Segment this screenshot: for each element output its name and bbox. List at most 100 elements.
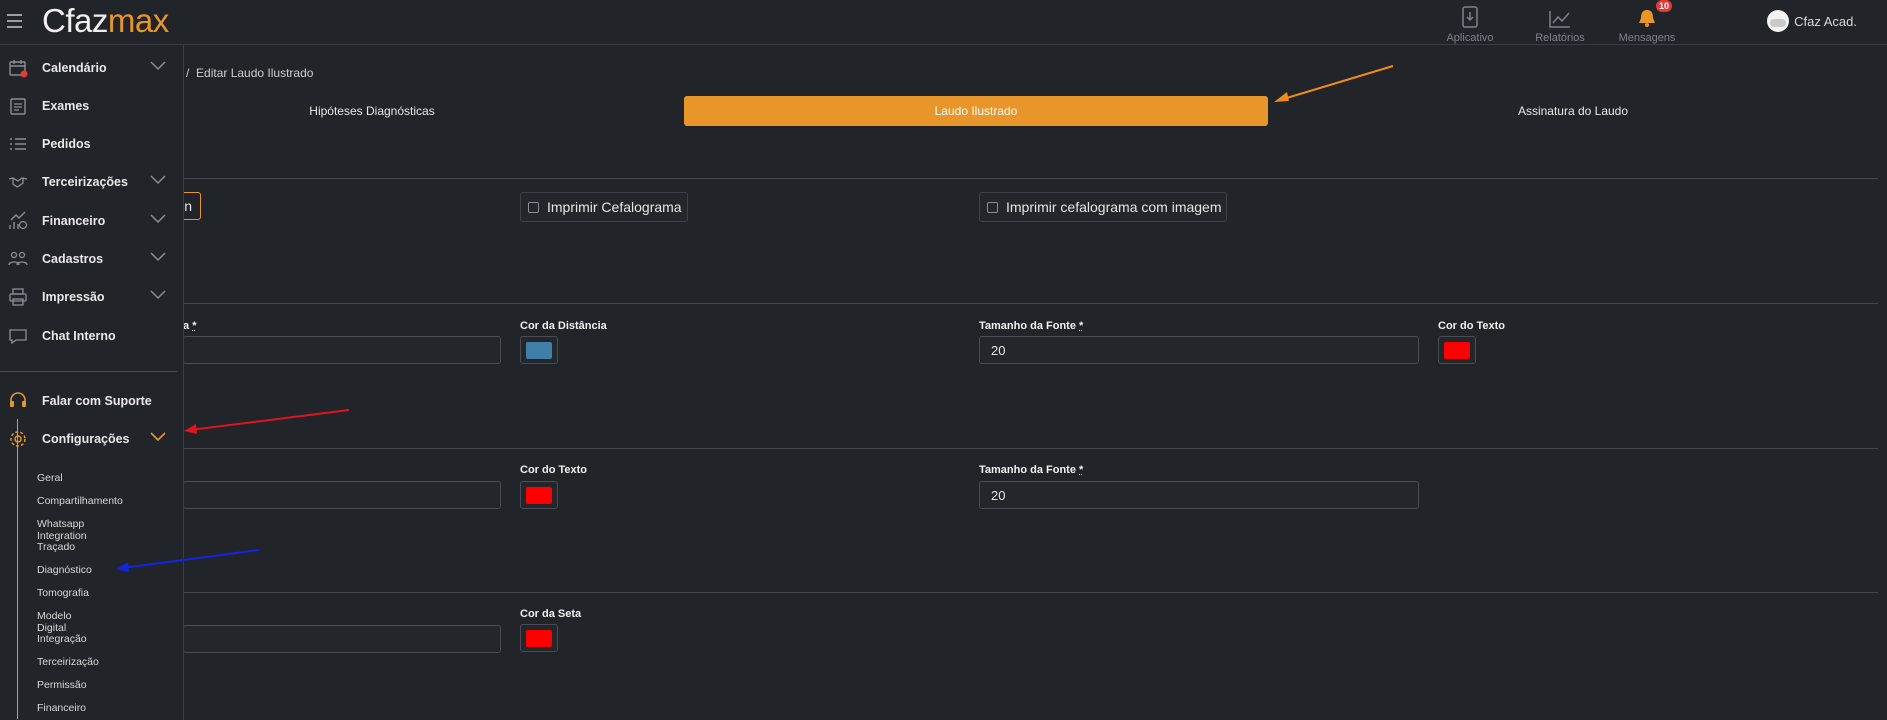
submenu-item-permissao[interactable]: Permissão [37, 679, 87, 691]
hamburger-menu-icon[interactable] [7, 14, 22, 28]
text-input-partial-3[interactable] [183, 625, 501, 653]
text-input-partial[interactable] [183, 336, 501, 364]
cor-texto-label-2: Cor do Texto [520, 464, 588, 476]
submenu-indicator-line [17, 419, 18, 719]
tamanho-fonte-label-2: Tamanho da Fonte * [979, 464, 1083, 476]
sidebar-item-configuracoes[interactable]: Configurações [0, 420, 183, 458]
tab-hipoteses-diagnosticas[interactable]: Hipóteses Diagnósticas [190, 96, 554, 126]
sidebar-item-cadastros[interactable]: Cadastros [0, 240, 183, 278]
orange-annotation-arrow [1274, 65, 1394, 102]
sidebar-item-exames[interactable]: Exames [0, 87, 183, 125]
imprimir-cefalograma-imagem-checkbox[interactable]: Imprimir cefalograma com imagem [979, 192, 1227, 222]
avatar [1767, 10, 1790, 32]
section-divider [183, 303, 1878, 304]
submenu-item-whatsapp-integration[interactable]: Whatsapp Integration [37, 518, 87, 542]
chart-icon [1549, 11, 1570, 28]
imprimir-cefalograma-checkbox[interactable]: Imprimir Cefalograma [520, 192, 688, 222]
finance-icon [9, 211, 28, 230]
topnav-relatorios-label: Relatórios [1535, 32, 1585, 44]
section-divider [183, 178, 1878, 179]
submenu-item-modelo-digital[interactable]: Modelo Digital [37, 610, 71, 634]
sidebar-item-label: Calendário [42, 61, 107, 75]
sidebar-item-label: Impressão [42, 290, 105, 304]
sidebar-item-label: Configurações [42, 432, 130, 446]
calendar-icon [9, 60, 28, 78]
sidebar-item-label: Chat Interno [42, 329, 116, 343]
color-sample [526, 630, 552, 647]
required-mark: * [192, 320, 197, 332]
cor-distancia-swatch[interactable] [520, 336, 558, 364]
sidebar-item-pedidos[interactable]: Pedidos [0, 125, 183, 163]
color-sample [1444, 342, 1470, 359]
required-mark: * [1079, 464, 1084, 476]
breadcrumb-current: Editar Laudo Ilustrado [196, 66, 314, 80]
submenu-item-compartilhamento[interactable]: Compartilhamento [37, 495, 123, 507]
tab-assinatura-do-laudo[interactable]: Assinatura do Laudo [1390, 96, 1756, 126]
chevron-down-icon [150, 290, 166, 300]
sidebar-item-label: Cadastros [42, 252, 104, 266]
tamanho-fonte-input[interactable]: 20 [979, 336, 1419, 364]
cor-seta-swatch[interactable] [520, 624, 558, 652]
submenu-item-integracao[interactable]: Integração [37, 633, 87, 645]
section-divider [183, 592, 1878, 593]
chevron-down-icon [150, 432, 166, 442]
headset-icon [10, 392, 26, 407]
cor-texto-label: Cor do Texto [1438, 320, 1506, 332]
topnav-mensagens[interactable]: 10 Mensagens [1618, 0, 1676, 48]
submenu-item-terceirizacao[interactable]: Terceirização [37, 656, 99, 668]
logo-text-cfaz: Cfaz [42, 2, 108, 39]
topnav-relatorios[interactable]: Relatórios [1535, 0, 1585, 48]
sidebar-item-falar-com-suporte[interactable]: Falar com Suporte [0, 382, 183, 420]
label-text: Tamanho da Fonte [979, 464, 1076, 476]
topnav-mensagens-label: Mensagens [1618, 32, 1676, 44]
cor-texto-swatch-2[interactable] [520, 481, 558, 509]
sidebar-item-label: Exames [42, 99, 90, 113]
chevron-down-icon [150, 61, 166, 71]
submenu-item-tomografia[interactable]: Tomografia [37, 587, 89, 599]
breadcrumb: / Editar Laudo Ilustrado [186, 66, 313, 80]
submenu-item-geral[interactable]: Geral [37, 472, 63, 484]
submenu-item-tracado[interactable]: Traçado [37, 541, 75, 553]
tamanho-fonte-label: Tamanho da Fonte * [979, 320, 1083, 332]
text-input-partial-2[interactable] [183, 481, 501, 509]
users-icon [8, 251, 28, 266]
label-text: Tamanho da Fonte [979, 320, 1076, 332]
sidebar-item-terceirizacoes[interactable]: Terceirizações [0, 163, 183, 201]
handshake-icon [8, 177, 28, 188]
tamanho-fonte-input-2[interactable]: 20 [979, 481, 1419, 509]
cor-seta-label: Cor da Seta [520, 608, 582, 620]
chevron-down-icon [150, 175, 166, 185]
user-name: Cfaz Acad. [1794, 13, 1857, 29]
sidebar-item-label: Pedidos [42, 137, 91, 151]
section-divider [183, 448, 1878, 449]
sidebar-item-impressao[interactable]: Impressão [0, 278, 183, 316]
printer-icon [9, 288, 27, 306]
checkbox-box[interactable] [528, 201, 539, 213]
topnav-aplicativo[interactable]: Aplicativo [1446, 0, 1494, 48]
checkbox-label: Imprimir cefalograma com imagem [1006, 199, 1222, 215]
user-menu[interactable]: Cfaz Acad. [1767, 10, 1857, 32]
logo[interactable]: Cfazmax [42, 2, 169, 40]
breadcrumb-separator: / [186, 66, 190, 80]
color-sample [526, 487, 552, 504]
checkbox-box[interactable] [987, 201, 998, 213]
sidebar-item-financeiro[interactable]: Financeiro [0, 202, 183, 240]
topnav-aplicativo-label: Aplicativo [1446, 32, 1494, 44]
sidebar-item-calendario[interactable]: Calendário [0, 49, 183, 87]
cor-texto-swatch[interactable] [1438, 336, 1476, 364]
sidebar-divider [0, 371, 177, 372]
clipboard-icon [10, 98, 26, 115]
sidebar-item-chat-interno[interactable]: Chat Interno [0, 317, 183, 355]
download-phone-icon [1462, 6, 1478, 28]
list-icon [10, 138, 26, 150]
sidebar-item-label: Falar com Suporte [42, 394, 152, 408]
submenu-item-diagnostico[interactable]: Diagnóstico [37, 564, 92, 576]
red-annotation-arrow [184, 409, 350, 434]
chat-icon [9, 329, 27, 345]
submenu-item-financeiro[interactable]: Financeiro [37, 702, 86, 714]
cor-distancia-label: Cor da Distância [520, 320, 607, 332]
tab-laudo-ilustrado[interactable]: Laudo Ilustrado [684, 96, 1268, 126]
field-label-partial: a * [183, 320, 196, 332]
bell-icon [1639, 10, 1655, 27]
chevron-down-icon [150, 252, 166, 262]
